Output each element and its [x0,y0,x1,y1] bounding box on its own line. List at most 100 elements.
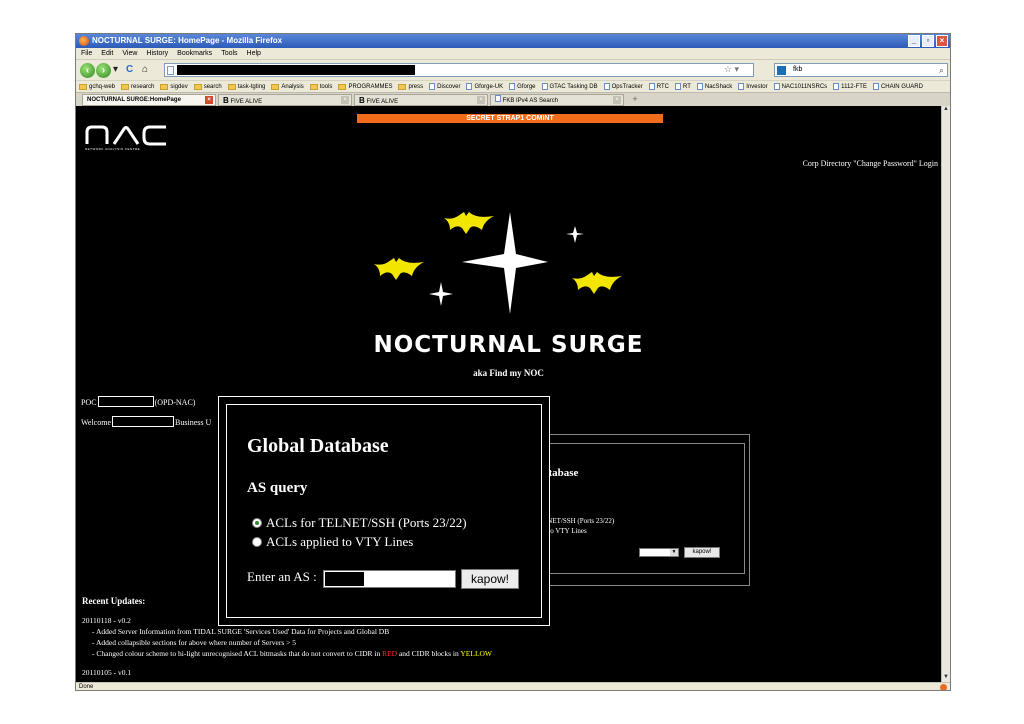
popup-title: Global Database [247,435,389,457]
menu-history[interactable]: History [146,48,168,59]
bookmark-item[interactable]: NAC1011NSRCs [773,81,827,92]
option-vty-lines[interactable]: ACLs applied to VTY Lines [252,534,413,550]
bookmark-item[interactable]: RTC [648,81,669,92]
menu-view[interactable]: View [122,48,137,59]
page-icon [738,83,745,90]
bookmark-item[interactable]: gchq-web [79,81,115,92]
folder-icon [79,83,87,90]
bookmark-item[interactable]: tools [309,81,332,92]
page-icon [648,83,655,90]
forward-button[interactable]: › [96,63,111,78]
window-title: NOCTURNAL SURGE: HomePage - Mozilla Fire… [92,36,283,45]
nac-subtitle: NETWORK ANALYSIS CENTRE [85,147,141,151]
radio-telnet-ssh[interactable] [252,518,262,528]
tab-fkb-search[interactable]: FKB IPv4 AS Search × [490,94,624,106]
bat-icon [374,258,424,280]
back-button[interactable]: ‹ [80,63,95,78]
bookmark-item[interactable]: CHAIN GUARD [872,81,923,92]
menu-edit[interactable]: Edit [101,48,113,59]
home-icon[interactable]: ⌂ [142,64,148,75]
bookmark-item[interactable]: GTAC Tasking DB [541,81,598,92]
bookmark-item[interactable]: press [398,81,423,92]
page-icon [696,83,703,90]
tab-five-alive-2[interactable]: B FIVE ALIVE × [354,94,488,106]
close-tab-icon[interactable]: × [613,96,621,104]
bookmark-item[interactable]: PROGRAMMES [338,81,392,92]
history-dropdown-icon[interactable]: ▾ [113,64,118,75]
tab-nocturnal-surge[interactable]: NOCTURNAL SURGE:HomePage × [82,94,216,106]
top-links[interactable]: Corp Directory "Change Password" Login [803,159,938,168]
url-bar[interactable]: ☆ ▾ [164,63,754,77]
tab-strip: NOCTURNAL SURGE:HomePage × B FIVE ALIVE … [76,92,950,106]
search-engine-icon[interactable] [777,66,786,75]
kapow-button[interactable]: kapow! [461,569,519,589]
scroll-down-icon[interactable]: ▼ [942,674,950,682]
menu-bookmarks[interactable]: Bookmarks [177,48,212,59]
as-label: Enter an AS : [247,569,317,584]
bookmark-label: sigdev [170,83,188,90]
minimize-button[interactable]: _ [908,35,920,47]
folder-icon [338,83,347,90]
search-input-value: fkb [793,66,803,73]
bookmark-label: Investor [746,83,768,90]
redacted-as-value [325,572,364,586]
bookmark-item[interactable]: sigdev [160,81,188,92]
bookmark-label: 1112-FTE [841,83,867,90]
bookmark-star-icon[interactable]: ☆ ▾ [724,64,739,75]
bookmark-label: PROGRAMMES [348,83,393,90]
vertical-scrollbar[interactable]: ▲ ▼ [941,106,950,682]
bg-panel-kapow-button[interactable]: kapow! [684,547,720,558]
bookmark-item[interactable]: Discover [429,81,460,92]
bg-panel-select[interactable]: ▼ [639,548,679,557]
bookmark-item[interactable]: Gforge [509,81,536,92]
page-icon [429,83,436,90]
firefox-icon [79,36,89,46]
bookmark-item[interactable]: research [121,81,154,92]
poc-team: (OPD-NAC) [154,398,196,407]
bookmark-item[interactable]: search [193,81,222,92]
maximize-button[interactable]: ▫ [922,35,934,47]
close-button[interactable]: × [936,35,948,47]
brand-title: NOCTURNAL SURGE [373,332,644,358]
menu-tools[interactable]: Tools [221,48,237,59]
bookmark-item[interactable]: Gforge-UK [466,81,503,92]
as-input[interactable] [323,570,456,588]
page-icon [509,83,516,90]
recent-updates-heading: Recent Updates: [82,596,146,606]
reload-icon[interactable]: C [126,64,133,75]
bookmark-item[interactable]: Investor [738,81,768,92]
bat-icon [444,212,494,234]
new-tab-button[interactable]: + [628,94,642,106]
radio-vty-lines[interactable] [252,537,262,547]
bookmark-item[interactable]: NacShack [696,81,732,92]
folder-icon [227,83,236,90]
bookmark-label: GTAC Tasking DB [549,83,598,90]
bookmarks-toolbar: gchq-web research sigdev search task-tgting A… [76,80,950,92]
poc-label: POC [81,398,97,407]
bookmark-label: Gforge [517,83,536,90]
tab-five-alive-1[interactable]: B FIVE ALIVE × [218,94,352,106]
close-tab-icon[interactable]: × [205,96,213,104]
bookmark-item[interactable]: OpsTracker [603,81,643,92]
bookmark-label: research [131,83,155,90]
option-vty-lines-label: ACLs applied to VTY Lines [266,534,414,549]
close-tab-icon[interactable]: × [477,96,485,104]
bookmark-label: task-tgting [237,83,266,90]
brand-tagline: aka Find my NOC [473,368,544,378]
page-icon [773,83,780,90]
bookmark-item[interactable]: RT [675,81,691,92]
scroll-up-icon[interactable]: ▲ [942,106,950,114]
menu-help[interactable]: Help [247,48,261,59]
close-tab-icon[interactable]: × [341,96,349,104]
option-telnet-ssh[interactable]: ACLs for TELNET/SSH (Ports 23/22) [252,515,467,531]
folder-icon [309,83,318,90]
bookmark-item[interactable]: Analysis [271,81,304,92]
search-icon[interactable]: ⌕ [939,64,944,76]
bookmark-item[interactable]: task-tgting [227,81,266,92]
menu-file[interactable]: File [81,48,92,59]
status-icon [940,684,947,690]
tab-label: FKB IPv4 AS Search [502,98,559,104]
search-bar[interactable]: fkb ⌕ [774,63,948,77]
bookmark-item[interactable]: 1112-FTE [833,81,867,92]
update-text: - Changed colour scheme to hi-light unre… [92,649,383,658]
